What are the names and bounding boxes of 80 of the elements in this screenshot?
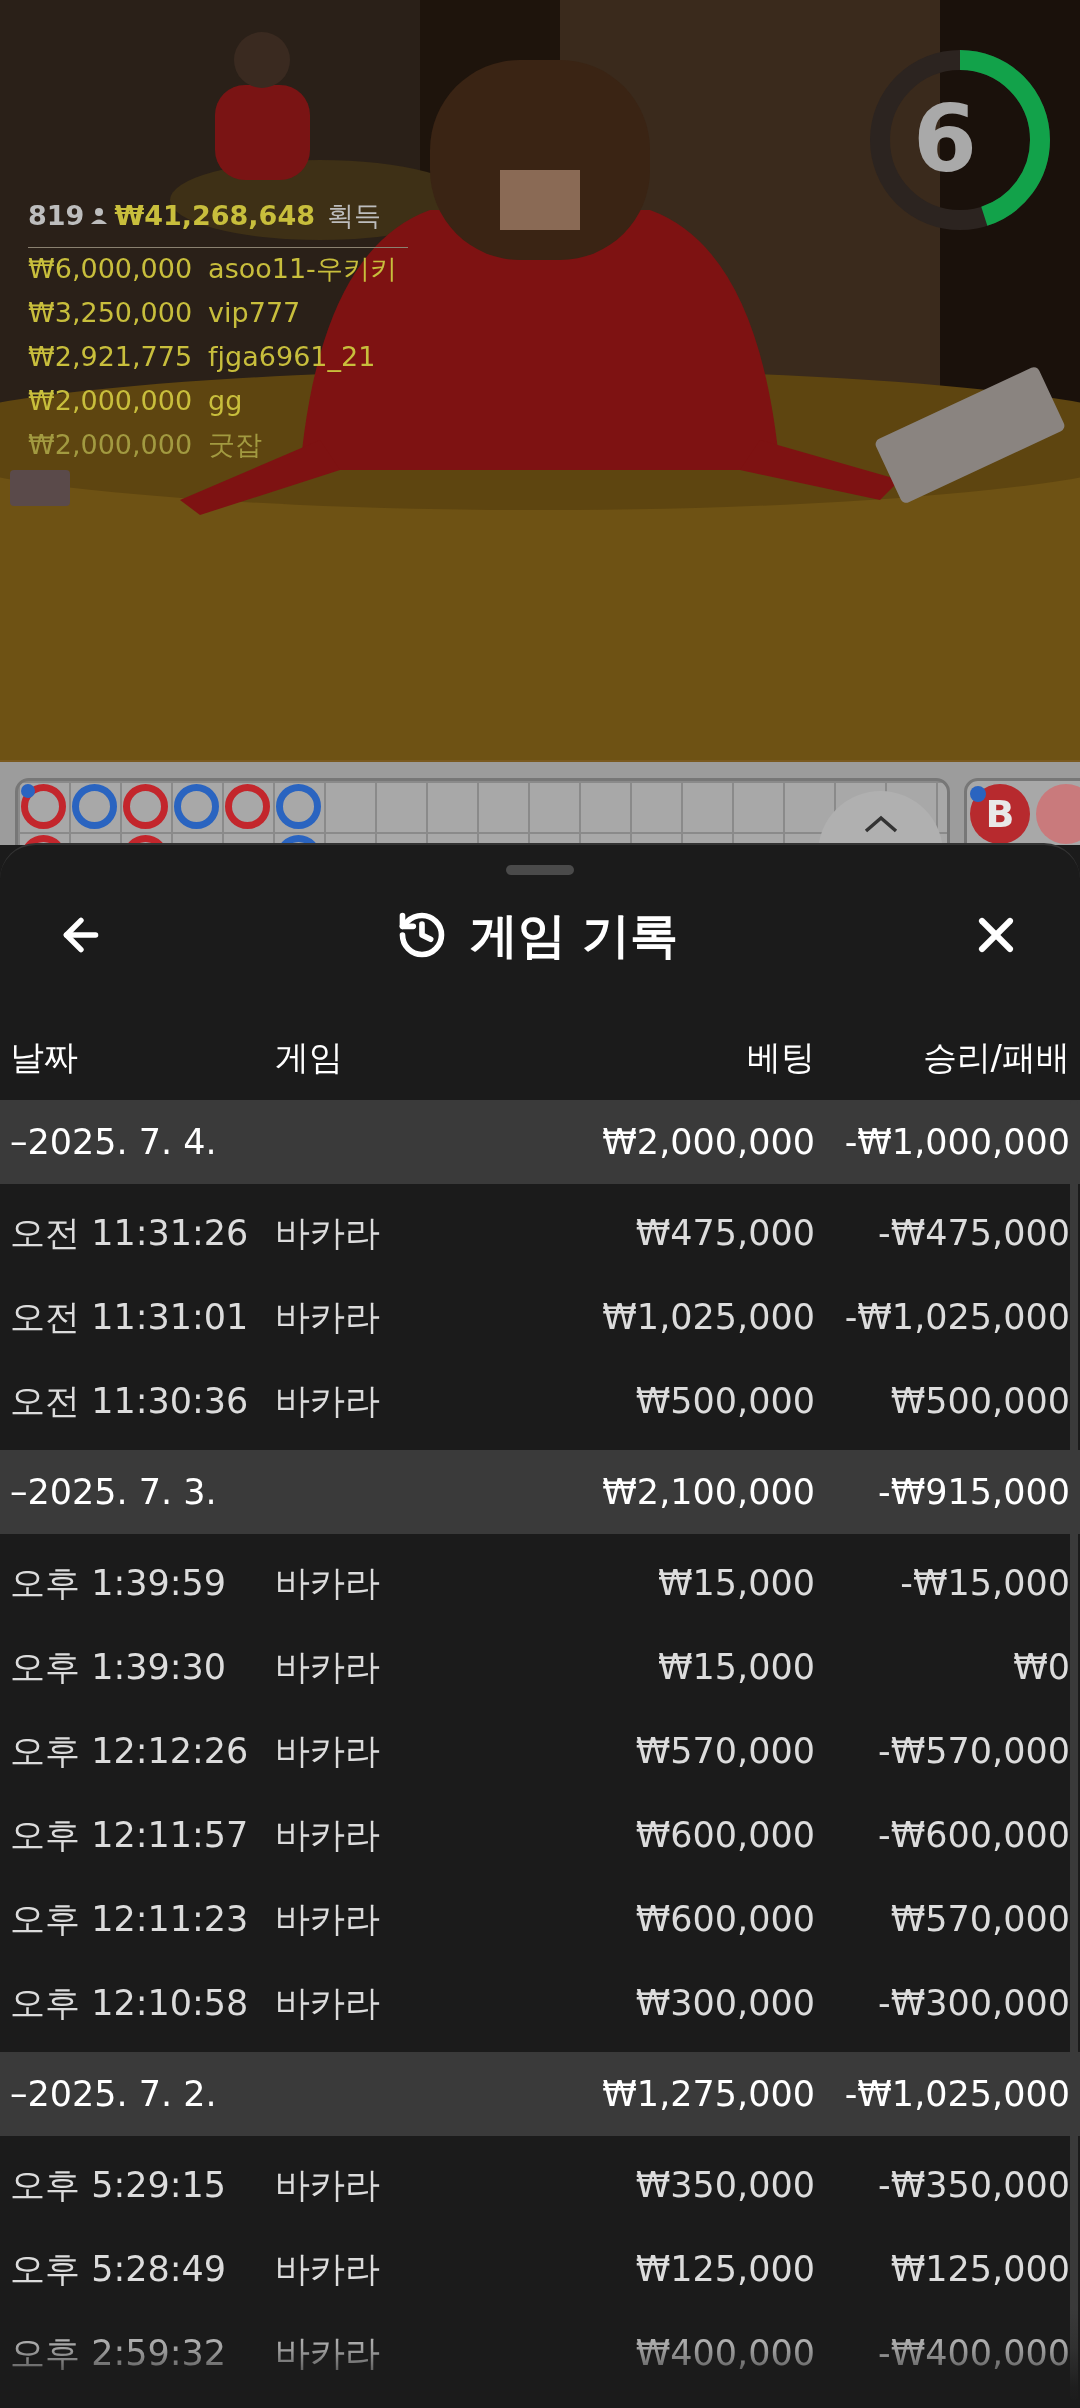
group-bet-total: ₩2,100,000 — [601, 1474, 815, 1510]
table-cell-text: 바카라 — [275, 1299, 381, 1335]
table-cell-text: 오후 1:39:59 — [10, 1565, 228, 1601]
table-cell-text: -₩475,000 — [877, 1215, 1070, 1251]
table-cell-text: 바카라 — [275, 2251, 381, 2287]
group-result-total: -₩1,000,000 — [843, 1124, 1070, 1160]
winner-name: 굿잡 — [208, 428, 263, 463]
table-cell-text: 오후 1:39:30 — [10, 1649, 228, 1685]
column-header: 베팅 — [746, 1035, 815, 1079]
table-cell-text: 바카라 — [275, 2167, 381, 2203]
table-cell-text: 오후 12:11:57 — [10, 1817, 250, 1853]
table-cell-text: 오후 12:10:58 — [10, 1985, 250, 2021]
table-cell-text: 바카라 — [275, 1649, 381, 1685]
countdown-number: 6 — [913, 94, 977, 186]
table-cell-text: ₩125,000 — [889, 2251, 1070, 2287]
table-cell-text: ₩1,025,000 — [601, 1299, 815, 1335]
table-cell-text: 오후 12:11:23 — [10, 1901, 250, 1937]
column-header: 승리/패배 — [921, 1035, 1070, 1079]
winner-name: fjga6961_21 — [208, 340, 376, 375]
table-cell-text: -₩1,025,000 — [843, 1299, 1070, 1335]
table-cell-text: -₩600,000 — [877, 1817, 1070, 1853]
table-cell-text: ₩570,000 — [634, 1733, 815, 1769]
group-date: –2025. 7. 3. — [10, 1474, 218, 1510]
date-group-row[interactable]: –2025. 7. 4. ₩2,000,000 -₩1,000,000 — [0, 1100, 1080, 1184]
date-group-row[interactable]: –2025. 7. 3. ₩2,100,000 -₩915,000 — [0, 1450, 1080, 1534]
table-cell-text: -₩400,000 — [877, 2335, 1070, 2371]
winner-name: vip777 — [208, 296, 301, 331]
table-cell-text: 오후 12:12:26 — [10, 1733, 250, 1769]
player-count: 819 — [28, 199, 85, 233]
date-group-row[interactable]: –2025. 7. 2. ₩1,275,000 -₩1,025,000 — [0, 2052, 1080, 2136]
table-cell-text: ₩475,000 — [634, 1215, 815, 1251]
win-amount: ₩2,000,000 — [28, 384, 193, 419]
table-cell-text: ₩0 — [1012, 1649, 1070, 1685]
winner-name: gg — [208, 384, 243, 419]
table-cell-text: 오전 11:31:26 — [10, 1215, 250, 1251]
winner-name: asoo11-우키키 — [208, 252, 397, 287]
table-cell-text: 오전 11:30:36 — [10, 1383, 250, 1419]
total-winnings: ₩41,268,648 — [114, 199, 315, 233]
table-cell-text: 바카라 — [275, 1565, 381, 1601]
table-cell-text: ₩400,000 — [634, 2335, 815, 2371]
column-header: 날짜 — [10, 1035, 79, 1079]
table-cell-text: 바카라 — [275, 1383, 381, 1419]
table-cell-text: ₩300,000 — [634, 1985, 815, 2021]
bead-letter: B — [985, 790, 1015, 838]
group-bet-total: ₩1,275,000 — [601, 2076, 815, 2112]
table-cell-text: ₩600,000 — [634, 1901, 815, 1937]
table-cell-text: -₩300,000 — [877, 1985, 1070, 2021]
table-cell-text: 바카라 — [275, 1733, 381, 1769]
table-cell-text: ₩15,000 — [656, 1649, 815, 1685]
group-date: –2025. 7. 2. — [10, 2076, 218, 2112]
table-cell-text: ₩500,000 — [634, 1383, 815, 1419]
win-amount: ₩2,000,000 — [28, 428, 193, 463]
table-cell-text: -₩350,000 — [877, 2167, 1070, 2203]
column-header: 게임 — [275, 1035, 344, 1079]
table-cell-text: 바카라 — [275, 1817, 381, 1853]
winnings-label: 획득 — [326, 199, 381, 233]
table-cell-text: 오후 5:29:15 — [10, 2167, 228, 2203]
win-amount: ₩6,000,000 — [28, 252, 193, 287]
table-cell-text: ₩570,000 — [889, 1901, 1070, 1937]
table-cell-text: ₩600,000 — [634, 1817, 815, 1853]
group-bet-total: ₩2,000,000 — [601, 1124, 815, 1160]
win-amount: ₩3,250,000 — [28, 296, 193, 331]
table-cell-text: ₩15,000 — [656, 1565, 815, 1601]
group-date: –2025. 7. 4. — [10, 1124, 218, 1160]
table-cell-text: ₩125,000 — [634, 2251, 815, 2287]
win-amount: ₩2,921,775 — [28, 340, 193, 375]
table-cell-text: 바카라 — [275, 1985, 381, 2021]
table-cell-text: -₩15,000 — [899, 1565, 1070, 1601]
table-cell-text: 바카라 — [275, 1901, 381, 1937]
table-cell-text: 오후 2:59:32 — [10, 2335, 228, 2371]
table-cell-text: ₩350,000 — [634, 2167, 815, 2203]
group-result-total: -₩915,000 — [877, 1474, 1070, 1510]
table-cell-text: -₩570,000 — [877, 1733, 1070, 1769]
table-cell-text: 바카라 — [275, 1215, 381, 1251]
table-cell-text: 오후 5:28:49 — [10, 2251, 228, 2287]
table-cell-text: ₩500,000 — [889, 1383, 1070, 1419]
group-result-total: -₩1,025,000 — [843, 2076, 1070, 2112]
table-cell-text: 바카라 — [275, 2335, 381, 2371]
sheet-title: 게임 기록 — [469, 906, 679, 965]
table-cell-text: 오전 11:31:01 — [10, 1299, 250, 1335]
